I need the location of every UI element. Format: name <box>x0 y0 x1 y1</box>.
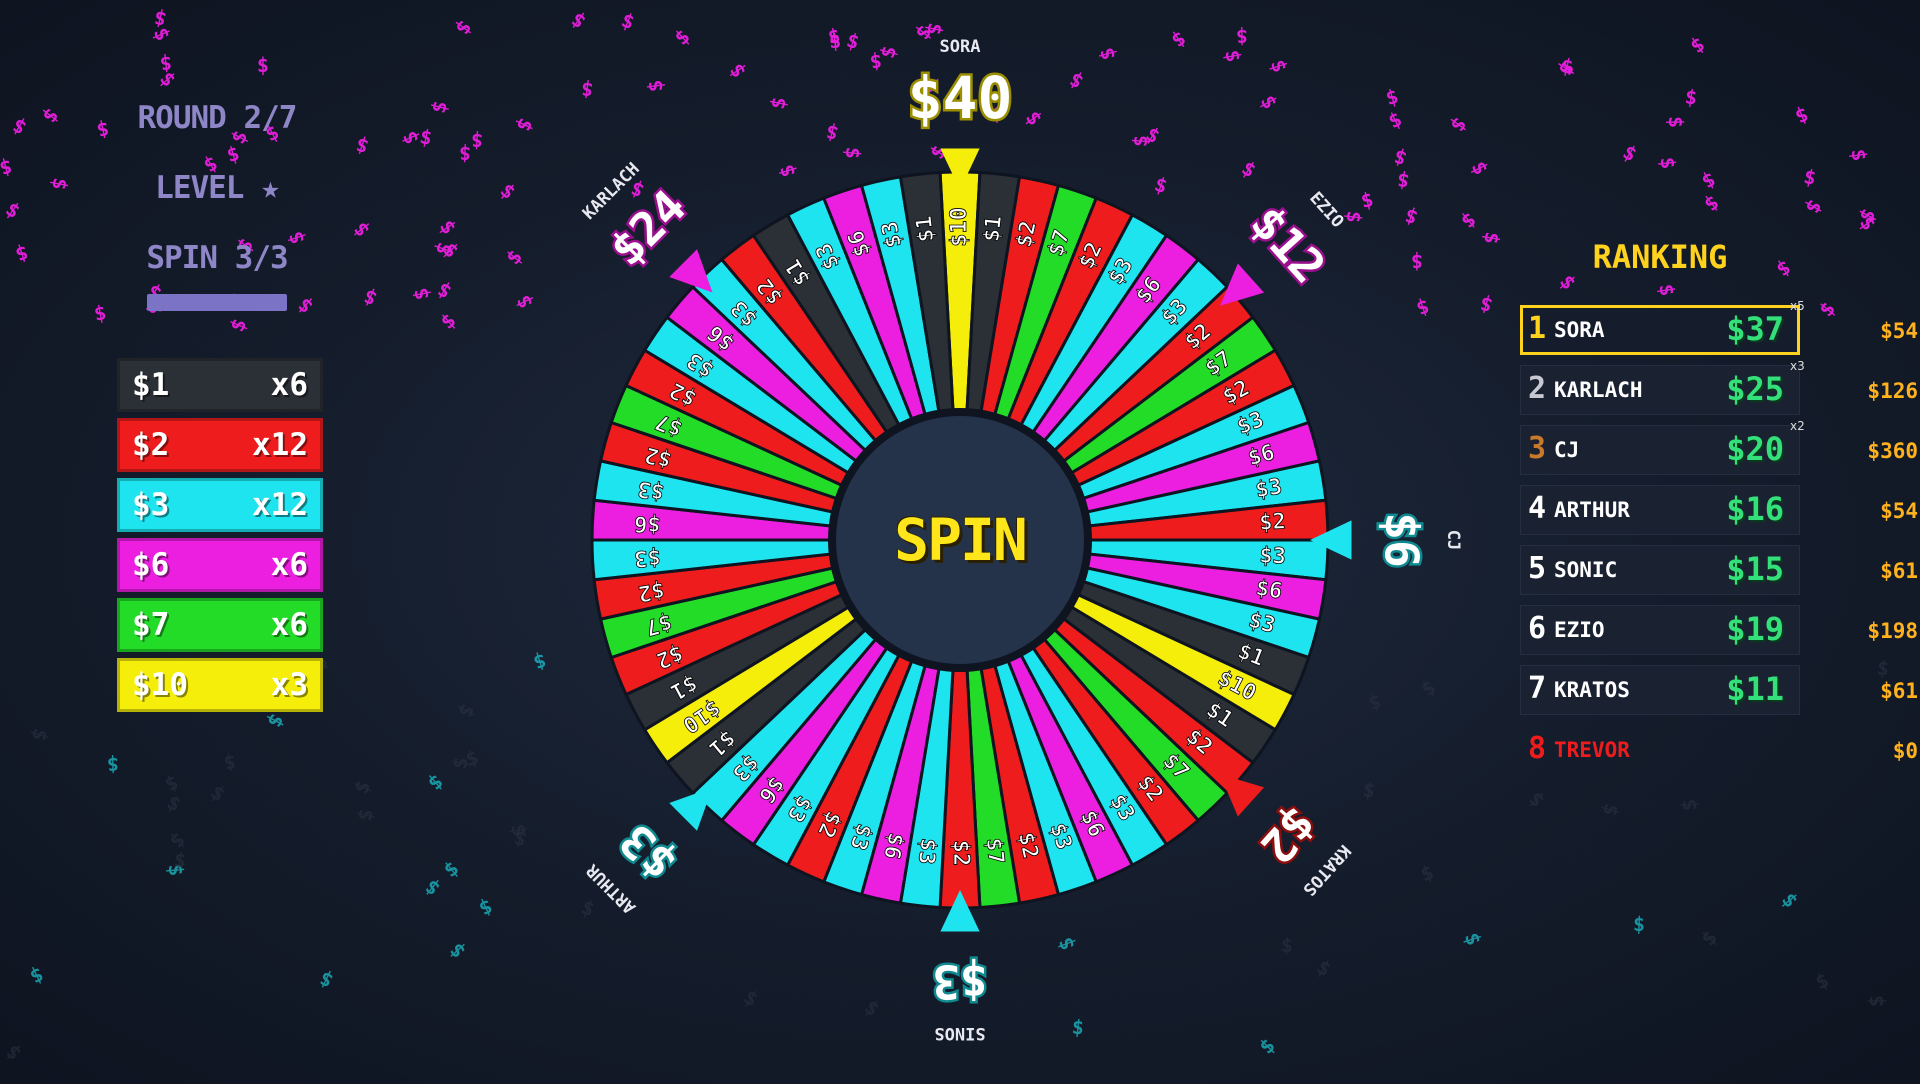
wheel-segment-label: $2 <box>1259 509 1287 535</box>
rank-row: 1 SORA $37 x5 $54 <box>1520 299 1920 357</box>
rank-row: 8 TREVOR $0 <box>1520 725 1920 777</box>
rank-name: ARTHUR <box>1554 498 1630 522</box>
rank-number: 2 <box>1528 371 1547 406</box>
rank-amount: $15 <box>1726 550 1784 588</box>
player-bet: $3 <box>609 814 686 891</box>
rank-amount: $20 <box>1726 430 1784 468</box>
rank-row: 5 SONIC $15 $61 <box>1520 545 1920 597</box>
rank-total: $126 <box>1867 379 1918 403</box>
player-bet: $3 <box>932 955 987 1009</box>
wheel-segment-label: $3 <box>913 837 941 866</box>
rank-amount: $11 <box>1726 670 1784 708</box>
player-pointer <box>669 249 713 293</box>
rank-row: 7 KRATOS $11 $61 <box>1520 665 1920 717</box>
player-name: SORA <box>940 37 981 57</box>
rank-amount: $19 <box>1726 610 1784 648</box>
spin-button[interactable]: SPIN <box>860 505 1060 575</box>
rank-name: KRATOS <box>1554 678 1630 702</box>
rank-row: 2 KARLACH $25 x3 $126 <box>1520 359 1920 417</box>
player-pointer <box>669 787 713 831</box>
rank-multiplier: x2 <box>1790 419 1805 433</box>
rank-amount: $37 <box>1726 310 1784 348</box>
wheel-segment-label: $3 <box>1254 474 1284 503</box>
wheel-segment-label: $2 <box>948 840 973 867</box>
wheel-segment-label: $1 <box>912 214 940 243</box>
rank-number: 5 <box>1528 551 1547 586</box>
rank-name: SORA <box>1554 318 1605 342</box>
wheel-segment-label: $3 <box>634 544 662 570</box>
player-name: CJ <box>1443 530 1463 550</box>
rank-number: 7 <box>1528 671 1547 706</box>
player-name: EZIO <box>1305 188 1347 232</box>
player-bet: $2 <box>1250 797 1327 874</box>
player-name: SINOS <box>934 1023 985 1043</box>
rank-number: 8 <box>1528 731 1547 766</box>
ranking-title: RANKING <box>1592 238 1728 276</box>
rank-multiplier: x5 <box>1790 299 1805 313</box>
wheel-segment-label: $2 <box>636 577 666 606</box>
wheel-segment-label: $3 <box>1259 543 1287 569</box>
rank-amount: $16 <box>1726 490 1784 528</box>
rank-total: $198 <box>1867 619 1918 643</box>
rank-amount: $25 <box>1726 370 1784 408</box>
rank-row: 4 ARTHUR $16 $54 <box>1520 485 1920 537</box>
rank-name: TREVOR <box>1554 738 1630 762</box>
rank-row: 3 CJ $20 x2 $360 <box>1520 419 1920 477</box>
rank-number: 1 <box>1528 311 1547 346</box>
rank-total: $61 <box>1880 559 1918 583</box>
ranking-list: 1 SORA $37 x5 $54 2 KARLACH $25 x3 $126 3 CJ $20 x2… <box>1520 299 1920 785</box>
rank-row: 6 EZIO $19 $198 <box>1520 605 1920 657</box>
rank-total: $54 <box>1880 499 1918 523</box>
rank-number: 4 <box>1528 491 1547 526</box>
wheel-segment-label: $1 <box>979 214 1007 243</box>
rank-total: $61 <box>1880 679 1918 703</box>
rank-total: $360 <box>1867 439 1918 463</box>
wheel-segment-label: $3 <box>636 475 666 504</box>
wheel-segment-label: $10 <box>947 207 972 247</box>
rank-number: 3 <box>1528 431 1547 466</box>
rank-multiplier: x3 <box>1790 359 1805 373</box>
rank-name: KARLACH <box>1554 378 1643 402</box>
wheel-segment-label: $6 <box>634 510 662 536</box>
player-bet: $40 <box>908 64 1013 132</box>
rank-name: SONIC <box>1554 558 1618 582</box>
rank-number: 6 <box>1528 611 1547 646</box>
rank-name: CJ <box>1554 438 1580 462</box>
player-bet: $6 <box>1375 512 1429 567</box>
rank-name: EZIO <box>1554 618 1605 642</box>
rank-total: $54 <box>1880 319 1918 343</box>
wheel-segment-label: $7 <box>980 837 1008 866</box>
rank-total: $0 <box>1892 739 1918 763</box>
wheel-segment-label: $6 <box>1254 576 1284 605</box>
